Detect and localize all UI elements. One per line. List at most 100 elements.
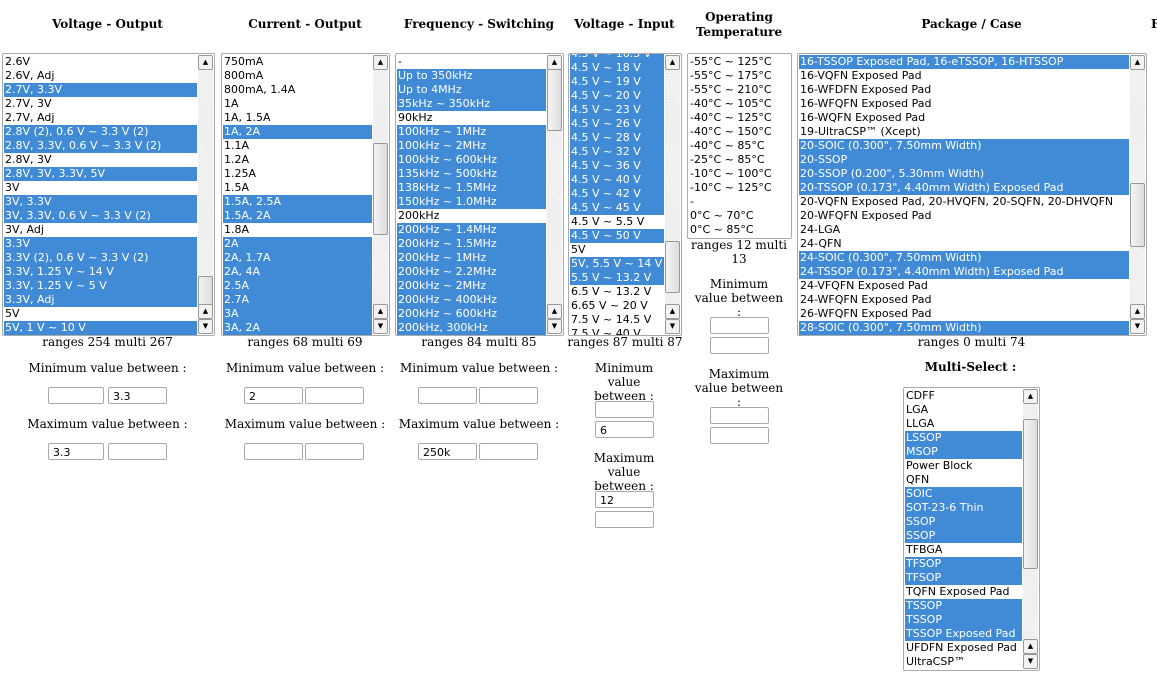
list-option-selected[interactable]: 1.5A, 2.5A — [223, 195, 372, 209]
list-option[interactable]: 2.8V, 3V — [4, 153, 197, 167]
list-option-selected[interactable]: 2.8V (2), 0.6 V ~ 3.3 V (2) — [4, 125, 197, 139]
current-output-max-to[interactable] — [305, 443, 364, 460]
list-option-selected[interactable]: 2.8V, 3.3V, 0.6 V ~ 3.3 V (2) — [4, 139, 197, 153]
scroll-down-arrow-icon[interactable]: ▼ — [665, 319, 680, 334]
voltage-output-min-from[interactable] — [48, 387, 104, 404]
list-option[interactable]: 24-LGA — [799, 223, 1129, 237]
list-option-selected[interactable]: TSSOP — [905, 599, 1022, 613]
list-option-selected[interactable]: 4.5 V ~ 42 V — [570, 187, 664, 201]
list-option-selected[interactable]: 4.5 V ~ 45 V — [570, 201, 664, 215]
list-option-selected[interactable]: Up to 4MHz — [397, 83, 546, 97]
package-case-list[interactable]: 16-TSSOP Exposed Pad, 16-eTSSOP, 16-HTSS… — [797, 53, 1147, 336]
scrollbar[interactable]: ▲ ▲ ▼ — [1023, 389, 1038, 669]
frequency-min-to[interactable] — [479, 387, 538, 404]
scrollbar-thumb[interactable] — [547, 69, 562, 131]
scroll-down-arrow-icon[interactable]: ▼ — [373, 319, 388, 334]
list-option-selected[interactable]: 3.3V — [4, 237, 197, 251]
list-option[interactable]: Power Block — [905, 459, 1022, 473]
list-option[interactable]: 7.5 V ~ 14.5 V — [570, 313, 664, 327]
scroll-down-arrow-icon[interactable]: ▼ — [198, 319, 213, 334]
frequency-switching-list[interactable]: - Up to 350kHz Up to 4MHz 35kHz ~ 350kHz 90k… — [395, 53, 564, 336]
list-option[interactable]: -10°C ~ 125°C — [689, 181, 774, 195]
list-option[interactable]: 16-WQFN Exposed Pad — [799, 111, 1129, 125]
list-option-selected[interactable]: SOT-23-6 Thin — [905, 501, 1022, 515]
list-option[interactable]: 200kHz — [397, 209, 546, 223]
list-option-selected[interactable]: TFSOP — [905, 557, 1022, 571]
list-option-selected[interactable]: 4.5 V ~ 32 V — [570, 145, 664, 159]
scroll-down-arrow-icon[interactable]: ▼ — [1023, 654, 1038, 669]
list-option[interactable]: -40°C ~ 150°C — [689, 125, 774, 139]
voltage-output-min-to[interactable]: 3.3 — [108, 387, 167, 404]
list-option-selected[interactable]: 200kHz ~ 2MHz — [397, 279, 546, 293]
list-option[interactable]: 6.65 V ~ 20 V — [570, 299, 664, 313]
list-option-selected[interactable]: SSOP — [905, 529, 1022, 543]
scrollbar[interactable]: ▲ ▲ ▼ — [547, 55, 562, 334]
list-option-selected[interactable]: 2A — [223, 237, 372, 251]
list-option-selected[interactable]: 4.5 V ~ 36 V — [570, 159, 664, 173]
list-option[interactable]: UltraCSP™ — [905, 655, 1022, 669]
list-option-selected[interactable]: 20-SSOP (0.200", 5.30mm Width) — [799, 167, 1129, 181]
scroll-up-arrow-icon[interactable]: ▲ — [1130, 304, 1145, 319]
list-option-selected[interactable]: 3V, 3.3V, 0.6 V ~ 3.3 V (2) — [4, 209, 197, 223]
list-option[interactable]: 1.1A — [223, 139, 372, 153]
list-option[interactable]: 5V — [4, 307, 197, 321]
list-option[interactable]: 1A, 1.5A — [223, 111, 372, 125]
list-option-selected[interactable]: 4.5 V ~ 28 V — [570, 131, 664, 145]
voltage-output-max-to[interactable] — [108, 443, 167, 460]
scrollbar-thumb[interactable] — [1023, 419, 1038, 569]
list-option-selected[interactable]: 100kHz ~ 2MHz — [397, 139, 546, 153]
list-option[interactable]: 0°C ~ 85°C — [689, 223, 774, 237]
list-option-selected[interactable]: 28-SOIC (0.300", 7.50mm Width) — [799, 321, 1129, 335]
list-option-selected[interactable]: 35kHz ~ 350kHz — [397, 97, 546, 111]
list-option-selected[interactable]: 200kHz ~ 2.2MHz — [397, 265, 546, 279]
list-option[interactable]: 800mA — [223, 69, 372, 83]
list-option-selected[interactable]: 5.5 V ~ 13.2 V — [570, 271, 664, 285]
list-option-selected[interactable]: 2.8V, 3V, 3.3V, 5V — [4, 167, 197, 181]
list-option-selected[interactable]: 4.5 V ~ 26 V — [570, 117, 664, 131]
list-option[interactable]: 2.7V, Adj — [4, 111, 197, 125]
list-option-selected[interactable]: 150kHz ~ 1.0MHz — [397, 195, 546, 209]
current-output-list[interactable]: 750mA 800mA 800mA, 1.4A 1A 1A, 1.5A 1A, 2A 1.1… — [221, 53, 390, 336]
list-option-selected[interactable]: 20-SSOP — [799, 153, 1129, 167]
temperature-max-to[interactable] — [710, 427, 769, 444]
list-option[interactable]: 20-WFQFN Exposed Pad — [799, 209, 1129, 223]
current-output-min-from[interactable]: 2 — [244, 387, 303, 404]
scroll-up-arrow-icon[interactable]: ▲ — [198, 55, 213, 70]
list-option[interactable]: - — [397, 55, 546, 69]
list-option-selected[interactable]: 1A, 2A — [223, 125, 372, 139]
scrollbar-thumb[interactable] — [665, 241, 680, 293]
list-option[interactable]: 20-VQFN Exposed Pad, 20-HVQFN, 20-SQFN, … — [799, 195, 1129, 209]
list-option[interactable]: -55°C ~ 125°C — [689, 55, 774, 69]
list-option-selected[interactable]: 4.5 V ~ 19 V — [570, 75, 664, 89]
scroll-up-arrow-icon[interactable]: ▲ — [1023, 389, 1038, 404]
list-option-selected[interactable]: 3A — [223, 307, 372, 321]
list-option-selected[interactable]: 24-TSSOP (0.173", 4.40mm Width) Exposed … — [799, 265, 1129, 279]
list-option[interactable]: 26-WFQFN Exposed Pad — [799, 307, 1129, 321]
list-option[interactable]: LLGA — [905, 417, 1022, 431]
list-option[interactable]: 24-WFQFN Exposed Pad — [799, 293, 1129, 307]
scrollbar-thumb[interactable] — [373, 143, 388, 235]
list-option-selected[interactable]: 3V, 3.3V — [4, 195, 197, 209]
list-option-selected[interactable]: TFSOP — [905, 571, 1022, 585]
list-option-selected[interactable]: 3.3V, 1.25 V ~ 5 V — [4, 279, 197, 293]
temperature-min-to[interactable] — [710, 337, 769, 354]
list-option-selected[interactable]: 2A, 1.7A — [223, 251, 372, 265]
list-option[interactable]: 4.5 V ~ 5.5 V — [570, 215, 664, 229]
scrollbar[interactable]: ▲ ▲ ▼ — [198, 55, 213, 334]
list-option[interactable]: 19-UltraCSP™ (Xcept) — [799, 125, 1129, 139]
scroll-up-arrow-icon[interactable]: ▲ — [547, 55, 562, 70]
list-option-selected[interactable]: 24-SOIC (0.300", 7.50mm Width) — [799, 251, 1129, 265]
voltage-input-min-to[interactable]: 6 — [595, 421, 654, 438]
list-option[interactable]: LGA — [905, 403, 1022, 417]
list-option[interactable]: TFBGA — [905, 543, 1022, 557]
list-option[interactable]: 2.7V, 3V — [4, 97, 197, 111]
list-option-selected[interactable]: 3A, 2A — [223, 321, 372, 335]
list-option-selected[interactable]: 200kHz ~ 1MHz — [397, 251, 546, 265]
list-option-selected[interactable]: 2.5A — [223, 279, 372, 293]
list-option[interactable]: -40°C ~ 85°C — [689, 139, 774, 153]
list-option[interactable]: -10°C ~ 100°C — [689, 167, 774, 181]
list-option-selected[interactable]: 4.5 V ~ 16.5 V — [570, 54, 664, 61]
temperature-min-from[interactable] — [710, 317, 769, 334]
list-option-selected[interactable]: 100kHz ~ 600kHz — [397, 153, 546, 167]
list-option-selected[interactable]: 20-TSSOP (0.173", 4.40mm Width) Exposed … — [799, 181, 1129, 195]
